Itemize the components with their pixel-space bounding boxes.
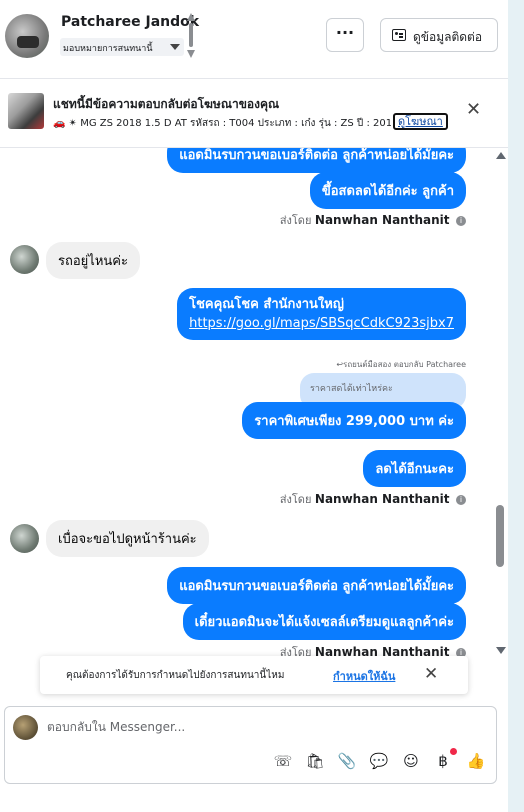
scroll-up-icon[interactable] xyxy=(187,13,195,21)
sent-by-label: ส่งโดย Nanwhan Nanthanit i xyxy=(280,490,466,508)
assign-prompt-toast: คุณต้องการได้รับการกำหนดไปยังการสนทนานี้… xyxy=(40,656,468,694)
ad-banner-title: แชทนี้มีข้อความตอบกลับต่อโฆษณาของคุณ xyxy=(53,97,280,111)
ad-reply-banner: แชทนี้มีข้อความตอบกลับต่อโฆษณาของคุณ 🚗 ✴… xyxy=(0,78,508,148)
assign-to-me-link[interactable]: กำหนดให้ฉัน xyxy=(333,667,395,685)
emoji-icon[interactable]: ☺ xyxy=(401,751,421,771)
thumbs-up-icon[interactable]: 👍 xyxy=(466,751,486,771)
message-bubble-outgoing[interactable]: ลดได้อีกนะคะ xyxy=(363,450,466,487)
saved-reply-icon[interactable]: 💬 xyxy=(369,751,389,771)
message-bubble-outgoing[interactable]: ราคาพิเศษเพียง 299,000 บาท ค่ะ xyxy=(242,402,466,439)
assign-prompt-text: คุณต้องการได้รับการกำหนดไปยังการสนทนานี้… xyxy=(66,670,285,681)
message-scrollbar[interactable] xyxy=(494,148,506,658)
quoted-message-text: ราคาสดได้เท่าไหร่คะ xyxy=(310,384,393,394)
scroll-thumb[interactable] xyxy=(189,23,193,47)
sender-name: Nanwhan Nanthanit xyxy=(314,492,450,506)
message-bubble-outgoing[interactable]: โชคคุณโชค สำนักงานใหญ่ https://goo.gl/ma… xyxy=(177,288,466,340)
contact-name[interactable]: Patcharee Jandok xyxy=(61,14,199,30)
attachment-icon[interactable]: 📎 xyxy=(337,751,357,771)
chat-panel: Patcharee Jandok มอบหมายการสนทนานี้ ··· … xyxy=(0,0,508,812)
message-bubble-incoming[interactable]: รถอยู่ไหนค่ะ xyxy=(46,242,140,279)
sent-by-prefix: ส่งโดย xyxy=(279,214,312,227)
view-contact-info-button[interactable]: ดูข้อมูลติดต่อ xyxy=(380,18,498,52)
scroll-thumb[interactable] xyxy=(496,505,504,567)
contact-avatar-small[interactable] xyxy=(10,245,39,274)
message-text: โชคคุณโชค สำนักงานใหญ่ xyxy=(189,297,344,312)
sent-by-prefix: ส่งโดย xyxy=(279,493,312,506)
payment-icon[interactable]: ฿ xyxy=(433,751,453,771)
notification-dot xyxy=(450,748,457,755)
caret-down-icon xyxy=(170,44,180,50)
page-background-strip xyxy=(508,0,524,812)
contact-avatar[interactable] xyxy=(5,14,49,58)
scroll-down-icon[interactable] xyxy=(496,647,506,654)
contact-card-icon xyxy=(392,29,406,41)
message-bubble-outgoing[interactable]: ขึ้อสดลดได้อีกค่ะ ลูกค้า xyxy=(309,172,466,209)
assign-conversation-dropdown[interactable]: มอบหมายการสนทนานี้ xyxy=(60,38,184,56)
message-bubble-outgoing[interactable]: เดี๋ยวแอดมินจะได้แจ้งเซลล์เตรียมดูแลลูกค… xyxy=(182,603,466,640)
ad-banner-subtitle: 🚗 ✴ MG ZS 2018 1.5 D AT รหัสรถ : T004 ปร… xyxy=(53,118,391,129)
message-bubble-incoming[interactable]: เบื่อจะขอไปดูหน้าร้านค่ะ xyxy=(46,520,209,557)
sent-by-label: ส่งโดย Nanwhan Nanthanit i xyxy=(280,211,466,229)
view-contact-info-label: ดูข้อมูลติดต่อ xyxy=(413,30,483,44)
scroll-up-icon[interactable] xyxy=(496,152,506,159)
info-icon[interactable]: i xyxy=(456,216,466,226)
ad-thumbnail[interactable] xyxy=(8,93,44,129)
message-bubble-outgoing[interactable]: แอดมินรบกวนขอเบอร์ติดต่อ ลูกค้าหน่อยได้ม… xyxy=(167,148,466,173)
shopping-bag-icon[interactable]: 🛍 xyxy=(305,751,325,771)
reply-context-label: ↩รถยนต์มือสอง ตอบกลับ Patcharee xyxy=(336,360,466,369)
assign-label: มอบหมายการสนทนานี้ xyxy=(63,44,153,54)
contact-avatar-small[interactable] xyxy=(10,524,39,553)
map-link[interactable]: https://goo.gl/maps/SBSqcCdkC923sjbx7 xyxy=(189,314,454,333)
more-options-button[interactable]: ··· xyxy=(326,18,364,52)
header-scrollbar[interactable] xyxy=(186,13,196,59)
message-list[interactable]: แอดมินรบกวนขอเบอร์ติดต่อ ลูกค้าหน่อยได้ม… xyxy=(0,148,508,658)
sender-name: Nanwhan Nanthanit xyxy=(314,213,450,227)
message-bubble-outgoing[interactable]: แอดมินรบกวนขอเบอร์ติดต่อ ลูกค้าหน่อยได้ม… xyxy=(167,567,466,604)
close-icon[interactable]: ✕ xyxy=(466,101,481,119)
info-icon[interactable]: i xyxy=(456,495,466,505)
message-composer: ☏ 🛍 📎 💬 ☺ ฿ 👍 xyxy=(4,706,497,784)
reply-input[interactable] xyxy=(47,720,347,734)
page-avatar xyxy=(13,715,38,740)
scroll-down-icon[interactable] xyxy=(187,50,195,58)
view-ad-link[interactable]: ดูโฆษณา xyxy=(393,113,448,130)
phone-plus-icon[interactable]: ☏ xyxy=(273,751,293,771)
close-icon[interactable]: ✕ xyxy=(424,665,438,683)
conversation-header: Patcharee Jandok มอบหมายการสนทนานี้ ··· … xyxy=(0,0,508,78)
